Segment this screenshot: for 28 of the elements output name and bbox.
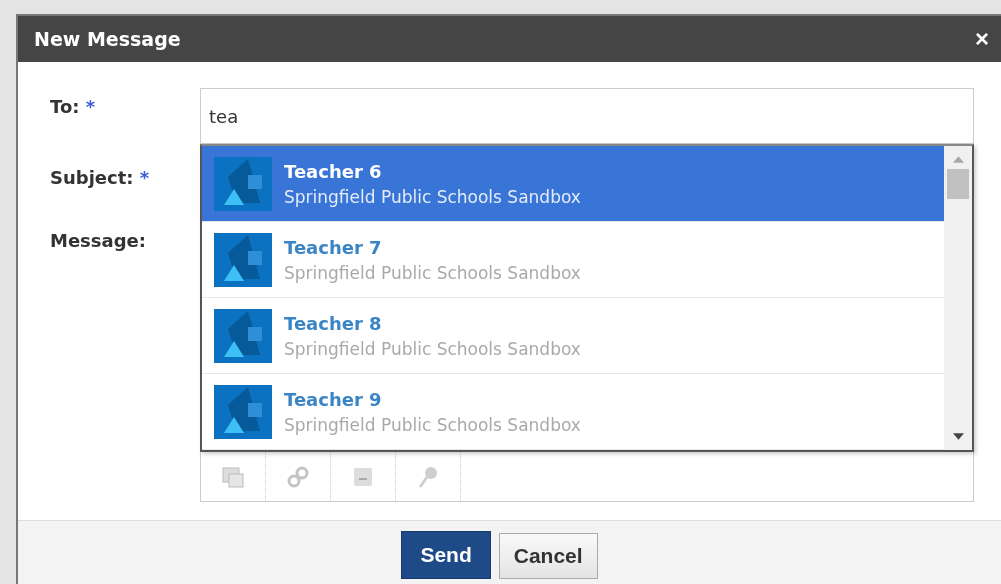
school-icon	[214, 232, 272, 287]
window-title: New Message	[34, 28, 181, 50]
scrollbar[interactable]	[944, 146, 972, 450]
organization-name: Springfield Public Schools Sandbox	[284, 414, 581, 435]
scroll-up-icon[interactable]	[952, 156, 964, 163]
organization-name: Springfield Public Schools Sandbox	[284, 338, 581, 359]
suggestion-item[interactable]: Teacher 8 Springfield Public Schools Sandbox	[202, 298, 944, 374]
school-icon	[214, 384, 272, 439]
send-button[interactable]: Send	[401, 531, 491, 579]
cancel-button[interactable]: Cancel	[498, 533, 598, 579]
school-icon	[214, 308, 272, 363]
school-icon	[214, 156, 272, 211]
organization-name: Springfield Public Schools Sandbox	[284, 262, 581, 283]
field-label: Subject: *	[50, 167, 151, 188]
suggestion-item[interactable]: Teacher 9 Springfield Public Schools Sandbox	[202, 374, 944, 450]
contact-name: Teacher 7	[284, 236, 383, 258]
contact-name: Teacher 9	[284, 388, 383, 410]
close-button[interactable]: ×	[975, 27, 989, 51]
contact-name: Teacher 6	[284, 160, 383, 182]
organization-name: Springfield Public Schools Sandbox	[284, 186, 581, 207]
scroll-down-icon[interactable]	[952, 433, 964, 440]
suggestion-item[interactable]: Teacher 6 Springfield Public Schools Sandbox	[202, 146, 944, 222]
field-label: Message:	[50, 230, 147, 251]
field-label: To: *	[50, 96, 97, 117]
recipient-field[interactable]: tea	[200, 88, 974, 144]
scroll-thumb[interactable]	[947, 169, 969, 199]
contact-name: Teacher 8	[284, 312, 383, 334]
suggestion-item[interactable]: Teacher 7 Springfield Public Schools Sandbox	[202, 222, 944, 298]
